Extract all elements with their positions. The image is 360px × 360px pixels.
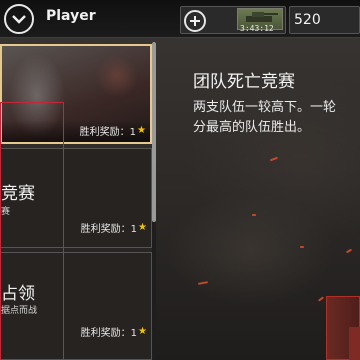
plus-icon (190, 16, 200, 26)
button-accent (349, 327, 360, 360)
star-icon: ★ (138, 222, 147, 233)
currency-value: 520 (294, 12, 321, 28)
player-name: Player (46, 8, 96, 24)
reward-row: 胜利奖励：1 ★ (80, 123, 146, 138)
reward-row: 胜利奖励：1 ★ (81, 220, 147, 235)
back-button[interactable] (4, 4, 34, 34)
reward-label: 胜利奖励：1 (80, 328, 138, 339)
reward-label: 胜利奖励：1 (79, 127, 137, 138)
highlight-outline (0, 102, 64, 360)
mode-detail-title: 团队死亡竞赛 (193, 72, 295, 92)
reward-row: 胜利奖励：1 ★ (81, 324, 147, 339)
mode-detail-description: 两支队伍一较高下。一轮 分最高的队伍胜出。 (193, 100, 337, 135)
top-bar: Player 3:43:12 520 (0, 0, 360, 38)
reward-label: 胜利奖励：1 (80, 224, 138, 235)
tank-icon (246, 12, 278, 22)
ember (252, 214, 256, 216)
start-battle-button[interactable] (326, 296, 360, 360)
star-icon: ★ (137, 125, 146, 136)
ember (300, 246, 304, 248)
chevron-down-icon (12, 15, 26, 24)
timer-text: 3:43:12 (240, 24, 274, 33)
star-icon: ★ (138, 326, 147, 337)
scrollbar-thumb[interactable] (152, 42, 156, 222)
mode-list: 胜利奖励：1 ★ 竞赛 赛 胜利奖励：1 ★ 占领 据点而战 胜利奖励：1 ★ (0, 42, 158, 360)
add-button[interactable] (184, 10, 206, 32)
